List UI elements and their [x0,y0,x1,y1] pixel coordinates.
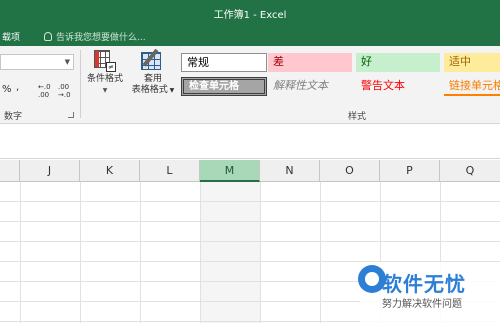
percent-style-button[interactable]: % [2,84,12,95]
cell-style-explanatory[interactable]: 解释性文本 [268,77,352,96]
title-bar: 工作簿1 - Excel [0,0,500,26]
conditional-formatting-icon: ≠ [94,50,116,72]
cell-style-neutral[interactable]: 适中 [444,53,500,72]
cell-style-normal[interactable]: 常规 [181,53,267,72]
cell-style-bad[interactable]: 差 [268,53,352,72]
conditional-formatting-label: 条件格式 [86,74,123,84]
number-group-label: 数字 [4,112,23,122]
conditional-formatting-button[interactable]: ≠ 条件格式 ▼ [83,50,127,96]
cell-style-check-cell[interactable]: 检查单元格 [181,77,267,96]
column-header-prev[interactable] [0,160,20,182]
watermark-title: 软件无忧 [382,272,466,296]
column-header-j[interactable]: J [20,160,80,182]
column-header-k[interactable]: K [80,160,140,182]
column-header-q[interactable]: Q [440,160,500,182]
formula-bar-area[interactable] [0,125,500,159]
format-as-table-button[interactable]: 套用 表格格式 ▼ [130,48,176,96]
number-format-select[interactable]: ▼ [0,54,74,70]
column-header-o[interactable]: O [320,160,380,182]
tell-me-box[interactable]: 告诉我您想要做什么... [44,30,146,43]
ribbon-tab-row: 载项 告诉我您想要做什么... [0,26,500,46]
format-as-table-icon [141,48,165,72]
comma-style-button[interactable]: , [16,82,19,93]
styles-group-label: 样式 [348,112,367,122]
column-header-l[interactable]: L [140,160,200,182]
increase-decimal-button[interactable]: ←.0 .00 [38,83,54,99]
format-as-table-label-1: 套用 [143,74,162,84]
dialog-launcher-icon[interactable] [68,112,74,118]
column-header-row: J K L M N O P Q [0,160,500,182]
column-header-m[interactable]: M [200,160,260,182]
window-title: 工作簿1 - Excel [213,10,287,21]
column-header-n[interactable]: N [260,160,320,182]
cell-style-warning[interactable]: 警告文本 [356,77,440,96]
cell-style-good[interactable]: 好 [356,53,440,72]
chevron-down-icon: ▼ [64,58,70,66]
column-header-p[interactable]: P [380,160,440,182]
lightbulb-icon [44,32,52,41]
group-divider [80,50,81,118]
format-as-table-label-2: 表格格式 [131,85,168,95]
cell-style-linked[interactable]: 链接单元格 [444,77,500,96]
tell-me-placeholder: 告诉我您想要做什么... [56,33,146,43]
tab-addins[interactable]: 载项 [2,30,20,43]
watermark-subtitle: 努力解决软件问题 [382,299,462,310]
decrease-decimal-button[interactable]: .00 →.0 [58,83,74,99]
chevron-down-icon: ▼ [102,87,108,94]
chevron-down-icon: ▼ [167,87,175,94]
